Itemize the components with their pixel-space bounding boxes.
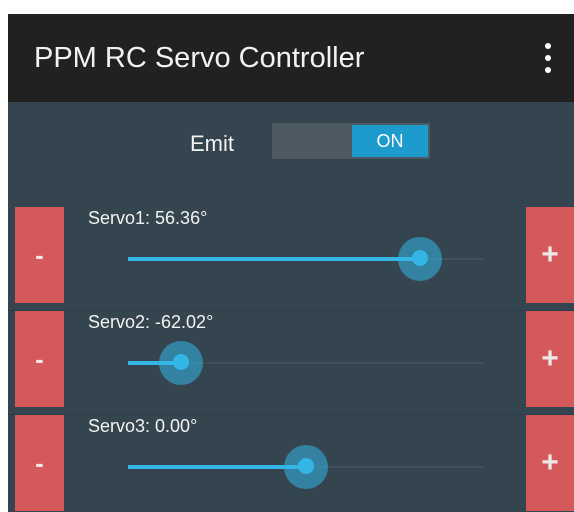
- app-title: PPM RC Servo Controller: [34, 42, 365, 74]
- servo1-slider-thumb[interactable]: [411, 250, 428, 266]
- emit-label: Emit: [190, 131, 234, 156]
- servo3-slider[interactable]: [128, 445, 484, 489]
- servo3-slider-thumb[interactable]: [298, 458, 314, 474]
- servo3-slider-fill: [128, 465, 306, 469]
- servo3-label: Servo3: 0.00°: [88, 416, 198, 436]
- servo1-slider[interactable]: [128, 237, 484, 281]
- servo1-increment-button[interactable]: +: [526, 207, 574, 303]
- servo1-label: Servo1: 56.36°: [88, 208, 208, 228]
- emit-toggle-state: ON: [352, 125, 428, 157]
- servo2-label: Servo2: -62.02°: [88, 312, 214, 332]
- servo3-decrement-button[interactable]: -: [15, 415, 64, 511]
- servo1-slider-fill: [128, 257, 420, 261]
- emit-toggle[interactable]: ON: [272, 123, 430, 159]
- servo2-slider[interactable]: [128, 341, 484, 385]
- servo-row-2: - Servo2: -62.02° +: [8, 310, 574, 415]
- servo2-increment-button[interactable]: +: [526, 311, 574, 407]
- overflow-menu-icon[interactable]: [536, 42, 560, 74]
- servo-row-1: - Servo1: 56.36° +: [8, 207, 574, 311]
- app-screen: PPM RC Servo Controller Emit ON - Servo1…: [8, 14, 574, 512]
- app-bar: PPM RC Servo Controller: [8, 14, 574, 102]
- servo2-decrement-button[interactable]: -: [15, 311, 64, 407]
- servo3-increment-button[interactable]: +: [526, 415, 574, 511]
- servo-row-3: - Servo3: 0.00° +: [8, 414, 574, 512]
- emit-row: Emit ON: [8, 102, 574, 202]
- servo1-decrement-button[interactable]: -: [15, 207, 64, 303]
